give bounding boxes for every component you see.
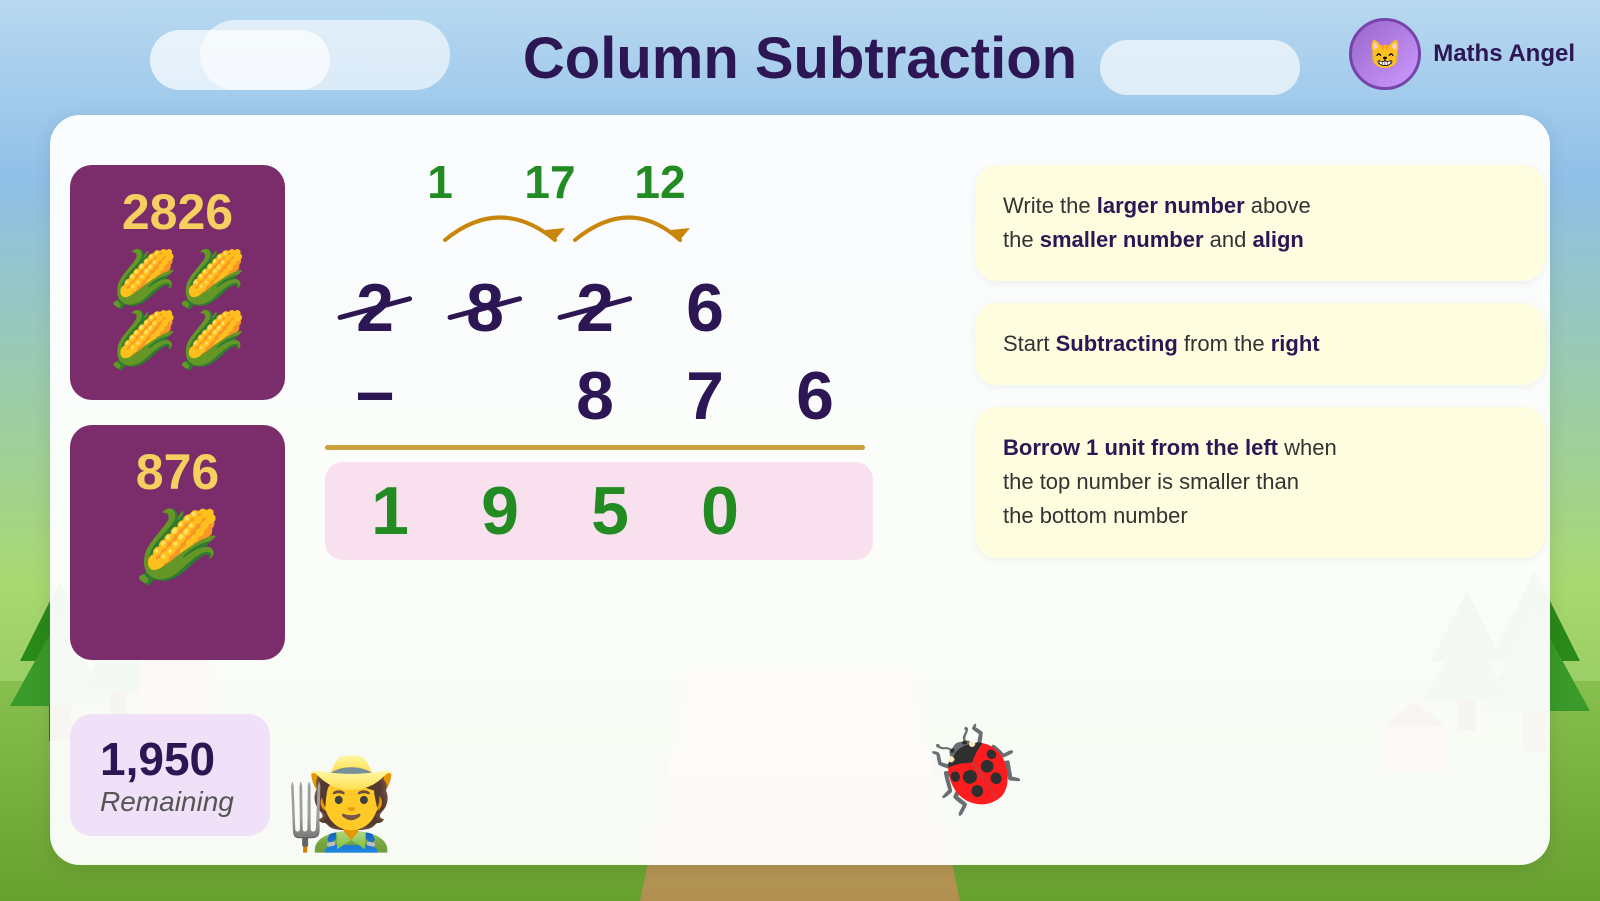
digit-2b-struck: 2 xyxy=(540,269,650,347)
calculation-area: 1 17 12 2 8 2 6 − 8 xyxy=(320,155,920,560)
info-box-3: Borrow 1 unit from the left when the top… xyxy=(975,407,1545,557)
digit-2-struck: 2 xyxy=(320,269,430,347)
info-boxes: Write the larger number above the smalle… xyxy=(975,165,1545,558)
result-banner-label: Remaining xyxy=(100,786,240,818)
bottom-card-number: 876 xyxy=(136,443,219,501)
minus-sign: − xyxy=(320,357,430,435)
bottom-number-row: − 8 7 6 xyxy=(320,357,920,435)
borrow-arrows xyxy=(390,190,760,260)
top-card-emoji: 🌽🌽🌽🌽 xyxy=(109,249,246,370)
result-d3: 5 xyxy=(555,472,665,550)
top-number-card: 2826 🌽🌽🌽🌽 xyxy=(70,165,285,400)
result-banner-number: 1,950 xyxy=(100,732,240,786)
info-box-2: Start Subtracting from the right xyxy=(975,303,1545,385)
digit-6: 6 xyxy=(650,269,760,347)
result-d1: 1 xyxy=(335,472,445,550)
bottom-d3: 7 xyxy=(650,357,760,435)
logo-text: Maths Angel xyxy=(1433,40,1575,68)
bottom-d1-empty xyxy=(430,357,540,435)
result-banner: 1,950 Remaining xyxy=(70,714,270,836)
scarecrow-character: 🧑‍🌾 xyxy=(285,751,397,856)
bottom-d4: 6 xyxy=(760,357,870,435)
top-card-number: 2826 xyxy=(122,183,233,241)
top-number-row: 2 8 2 6 xyxy=(320,269,920,347)
logo: 😸 Maths Angel xyxy=(1349,18,1575,90)
divider-line xyxy=(325,445,865,450)
result-row: 1 9 5 0 xyxy=(325,462,873,560)
info-box-1: Write the larger number above the smalle… xyxy=(975,165,1545,281)
result-d2: 9 xyxy=(445,472,555,550)
bottom-number-card: 876 🌽 xyxy=(70,425,285,660)
result-d4: 0 xyxy=(665,472,775,550)
digit-8-struck: 8 xyxy=(430,269,540,347)
logo-icon: 😸 xyxy=(1349,18,1421,90)
bottom-d2: 8 xyxy=(540,357,650,435)
bottom-card-emoji: 🌽 xyxy=(134,509,221,586)
